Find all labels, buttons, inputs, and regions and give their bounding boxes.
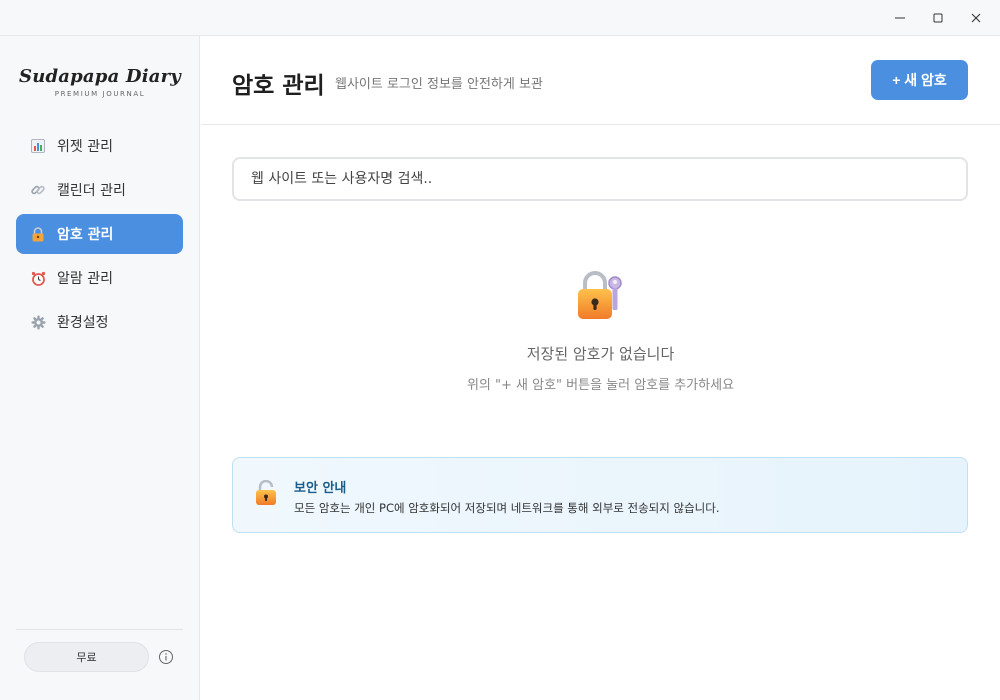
open-lock-icon bbox=[255, 479, 277, 506]
lock-icon bbox=[30, 226, 46, 242]
close-button[interactable] bbox=[957, 0, 995, 36]
sidebar-item-alarms[interactable]: 알람 관리 bbox=[16, 258, 183, 298]
sidebar-item-label: 캘린더 관리 bbox=[57, 183, 126, 199]
sidebar: Sudapapa Diary PREMIUM JOURNAL 위젯 관리 캘린더… bbox=[0, 36, 200, 700]
maximize-icon bbox=[933, 13, 943, 23]
minimize-button[interactable] bbox=[881, 0, 919, 36]
sidebar-item-calendar[interactable]: 캘린더 관리 bbox=[16, 170, 183, 210]
main-content: 암호 관리 웹사이트 로그인 정보를 안전하게 보관 + 새 암호 저장된 암호… bbox=[201, 36, 1000, 700]
sidebar-nav: 위젯 관리 캘린더 관리 암호 관리 알람 관리 환경설정 bbox=[16, 126, 183, 346]
sidebar-item-settings[interactable]: 환경설정 bbox=[16, 302, 183, 342]
info-icon bbox=[159, 650, 173, 664]
empty-state-title: 저장된 암호가 없습니다 bbox=[526, 345, 675, 363]
plan-badge-button[interactable]: 무료 bbox=[24, 642, 149, 672]
sidebar-item-label: 환경설정 bbox=[57, 315, 109, 331]
page-subtitle: 웹사이트 로그인 정보를 안전하게 보관 bbox=[335, 77, 543, 92]
search-input[interactable] bbox=[232, 157, 968, 201]
info-button[interactable] bbox=[158, 649, 174, 665]
sidebar-item-label: 위젯 관리 bbox=[57, 139, 113, 155]
maximize-button[interactable] bbox=[919, 0, 957, 36]
page-title: 암호 관리 bbox=[232, 73, 325, 99]
link-icon bbox=[30, 182, 46, 198]
sidebar-item-label: 암호 관리 bbox=[57, 227, 114, 243]
logo-subtitle: PREMIUM JOURNAL bbox=[54, 90, 146, 98]
alarm-clock-icon bbox=[30, 270, 46, 286]
close-icon bbox=[971, 13, 981, 23]
sidebar-divider bbox=[16, 629, 183, 630]
bar-chart-icon bbox=[30, 138, 46, 154]
page-header: 암호 관리 웹사이트 로그인 정보를 안전하게 보관 + 새 암호 bbox=[201, 36, 1000, 125]
lock-with-key-icon bbox=[575, 269, 627, 323]
gear-icon bbox=[30, 314, 46, 330]
minimize-icon bbox=[895, 17, 905, 19]
empty-state-description: 위의 "+ 새 암호" 버튼을 눌러 암호를 추가하세요 bbox=[466, 378, 735, 393]
sidebar-item-label: 알람 관리 bbox=[57, 271, 113, 287]
app-logo: Sudapapa Diary PREMIUM JOURNAL bbox=[0, 66, 200, 98]
add-password-button[interactable]: + 새 암호 bbox=[871, 60, 968, 100]
notice-title: 보안 안내 bbox=[294, 481, 347, 496]
notice-text: 모든 암호는 개인 PC에 암호화되어 저장되며 네트워크를 통해 외부로 전송… bbox=[294, 501, 720, 515]
title-bar bbox=[0, 0, 1000, 36]
sidebar-item-widgets[interactable]: 위젯 관리 bbox=[16, 126, 183, 166]
security-notice: 보안 안내 모든 암호는 개인 PC에 암호화되어 저장되며 네트워크를 통해 … bbox=[232, 457, 968, 533]
sidebar-item-passwords[interactable]: 암호 관리 bbox=[16, 214, 183, 254]
logo-title: Sudapapa Diary bbox=[19, 66, 181, 87]
